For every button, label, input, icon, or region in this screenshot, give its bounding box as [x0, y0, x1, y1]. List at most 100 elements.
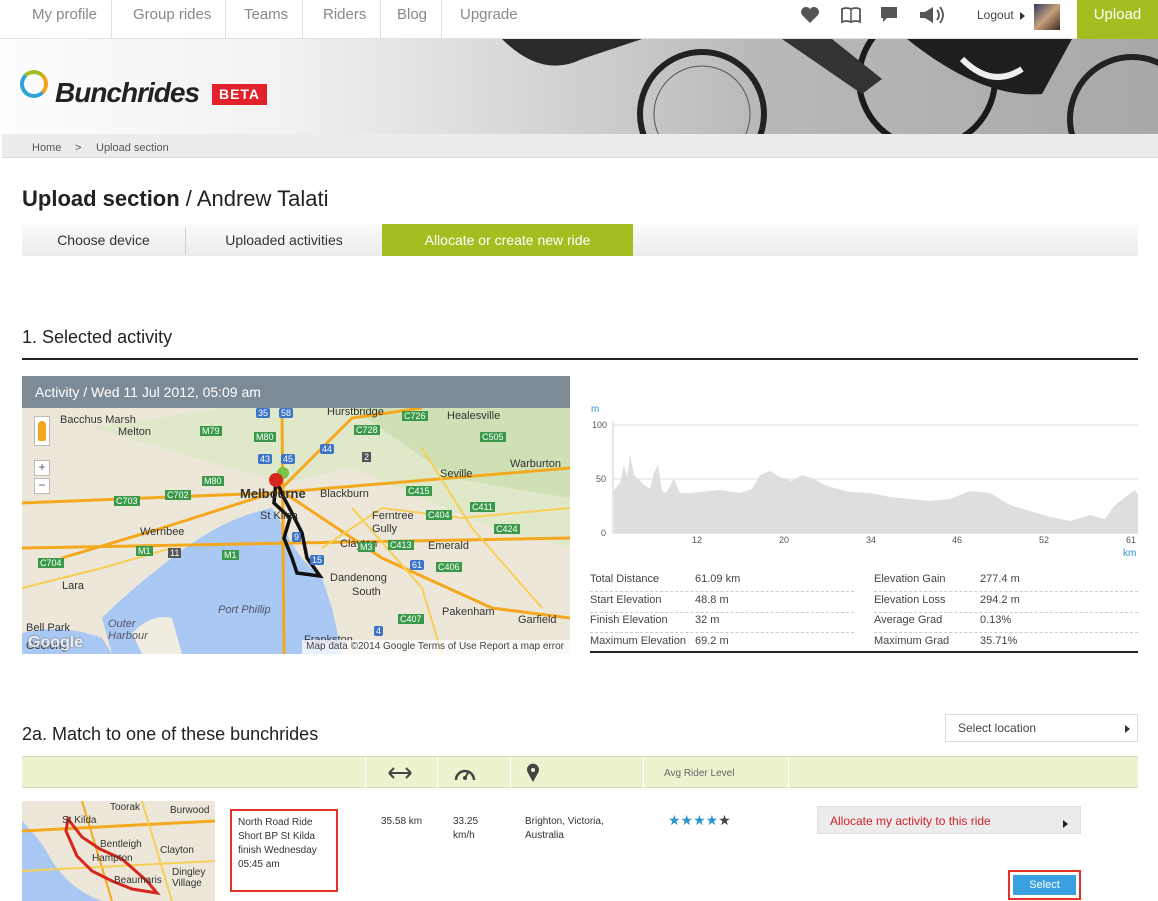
map-place-label: Melton: [118, 426, 152, 438]
road-shield: C424: [494, 524, 520, 534]
road-shield: C726: [402, 411, 428, 421]
logout-link[interactable]: Logout: [977, 8, 1014, 22]
stat-row: Start Elevation 48.8 m: [590, 593, 854, 613]
header-divider: [788, 757, 789, 789]
upload-button[interactable]: Upload: [1077, 0, 1158, 39]
zoom-in-button[interactable]: +: [34, 460, 50, 476]
road-shield: C415: [406, 486, 432, 496]
nav-riders[interactable]: Riders: [309, 0, 382, 39]
stat-label: Elevation Gain: [874, 573, 946, 585]
road-shield: M1: [136, 546, 153, 556]
book-icon[interactable]: [840, 4, 862, 26]
map-place-label: Melbourne: [240, 486, 306, 501]
x-tick-label: 20: [779, 535, 790, 545]
nav-upgrade[interactable]: Upgrade: [446, 0, 532, 39]
ride-route-thumbnail[interactable]: Toorak Burwood St Kilda Bentleigh Hampto…: [22, 801, 215, 901]
stat-label: Maximum Grad: [874, 635, 950, 647]
road-shield: 43: [258, 454, 273, 464]
breadcrumb-current: Upload section: [96, 142, 169, 154]
stat-label: Elevation Loss: [874, 594, 946, 606]
y-tick-label: 100: [592, 420, 608, 430]
allocate-activity-button[interactable]: Allocate my activity to this ride: [817, 806, 1081, 834]
y-tick-label: 0: [601, 528, 607, 538]
select-location-label: Select location: [958, 721, 1037, 735]
stat-label: Start Elevation: [590, 594, 662, 606]
brand-name[interactable]: Bunchrides: [55, 77, 200, 109]
ride-speed: 33.25 km/h: [453, 816, 479, 841]
stat-row: Average Grad 0.13%: [874, 613, 1138, 633]
tab-choose-device[interactable]: Choose device: [22, 224, 185, 256]
stat-value: 294.2 m: [980, 594, 1020, 606]
nav-group-rides[interactable]: Group rides: [119, 0, 227, 39]
thumb-place-label: Dingley Village: [172, 867, 206, 889]
map-place-label: Healesville: [447, 410, 501, 422]
x-tick-label: 46: [952, 535, 963, 545]
map-place-label: Bell Park: [26, 622, 71, 634]
stat-row: Elevation Loss 294.2 m: [874, 593, 1138, 613]
select-ride-button[interactable]: Select: [1013, 875, 1076, 895]
select-location-dropdown[interactable]: Select location: [945, 714, 1138, 742]
road-shield: C505: [480, 432, 506, 442]
avatar[interactable]: [1034, 4, 1060, 30]
activity-header: Activity / Wed 11 Jul 2012, 05:09 am: [22, 376, 570, 408]
ride-location: Brighton, Victoria, Australia: [525, 816, 604, 841]
road-shield: M79: [200, 426, 222, 436]
x-tick-label: 52: [1039, 535, 1050, 545]
map-attribution[interactable]: Map data ©2014 Google Terms of Use Repor…: [302, 640, 570, 654]
header-divider: [510, 757, 511, 789]
map-place-label: Hurstbridge: [327, 408, 384, 418]
page-title-section: Upload section: [22, 186, 180, 211]
activity-map[interactable]: + − Bacchus Marsh Melton Hurstbridge Hea…: [22, 408, 570, 654]
thumb-place-label: Bentleigh: [100, 839, 142, 850]
star-empty-icon: ★: [718, 812, 731, 828]
selected-activity-heading: 1. Selected activity: [22, 327, 173, 347]
stat-row: Finish Elevation 32 m: [590, 613, 854, 633]
y-tick-label: 50: [596, 474, 607, 484]
activity-map-panel: Activity / Wed 11 Jul 2012, 05:09 am + −: [22, 376, 570, 654]
road-shield: C404: [426, 510, 452, 520]
thumb-place-label: Burwood: [170, 805, 210, 816]
y-unit-label: m: [591, 404, 600, 415]
road-shield: C728: [354, 425, 380, 435]
chat-icon[interactable]: [878, 4, 900, 26]
elevation-chart: m km 100 50 0 12 20 34 46 52 61: [580, 395, 1158, 565]
street-view-icon[interactable]: [34, 416, 50, 446]
stats-divider: [590, 651, 1138, 653]
nav-blog[interactable]: Blog: [383, 0, 443, 39]
tab-allocate-ride[interactable]: Allocate or create new ride: [382, 224, 633, 256]
ride-name[interactable]: North Road Ride Short BP St Kilda finish…: [230, 809, 338, 892]
caret-right-icon: [1063, 820, 1068, 828]
page-title: Upload section / Andrew Talati: [22, 186, 328, 212]
tab-uploaded-activities[interactable]: Uploaded activities: [186, 224, 382, 256]
map-place-label: Ferntree Gully: [372, 510, 414, 535]
map-place-label: Port Phillip: [218, 604, 271, 616]
stat-label: Maximum Elevation: [590, 635, 686, 647]
thumb-place-label: St Kilda: [62, 815, 97, 826]
road-shield: C702: [165, 490, 191, 500]
heart-icon[interactable]: [799, 4, 821, 26]
stat-value: 32 m: [695, 614, 720, 626]
header-divider: [437, 757, 438, 789]
nav-my-profile[interactable]: My profile: [18, 0, 113, 39]
stat-value: 277.4 m: [980, 573, 1020, 585]
stat-label: Average Grad: [874, 614, 943, 626]
x-tick-label: 34: [866, 535, 877, 545]
road-shield: C406: [436, 562, 462, 572]
page-title-divider: /: [179, 186, 197, 211]
megaphone-icon[interactable]: [917, 4, 949, 26]
breadcrumb-home[interactable]: Home: [32, 142, 61, 154]
road-shield: 11: [168, 548, 182, 558]
zoom-out-button[interactable]: −: [34, 478, 50, 494]
thumb-place-label: Clayton: [160, 845, 194, 856]
google-logo: Google: [28, 634, 84, 651]
brand-logo-icon[interactable]: [20, 70, 48, 98]
stat-value: 61.09 km: [695, 573, 741, 585]
road-shield: C411: [470, 502, 495, 512]
stat-value: 0.13%: [980, 614, 1012, 626]
map-place-label: Warburton: [510, 458, 561, 470]
elevation-profile: [614, 455, 1138, 533]
thumb-place-label: Hampton: [92, 853, 133, 864]
breadcrumb-separator: >: [75, 142, 82, 154]
nav-teams[interactable]: Teams: [230, 0, 304, 39]
distance-icon: [388, 767, 412, 779]
